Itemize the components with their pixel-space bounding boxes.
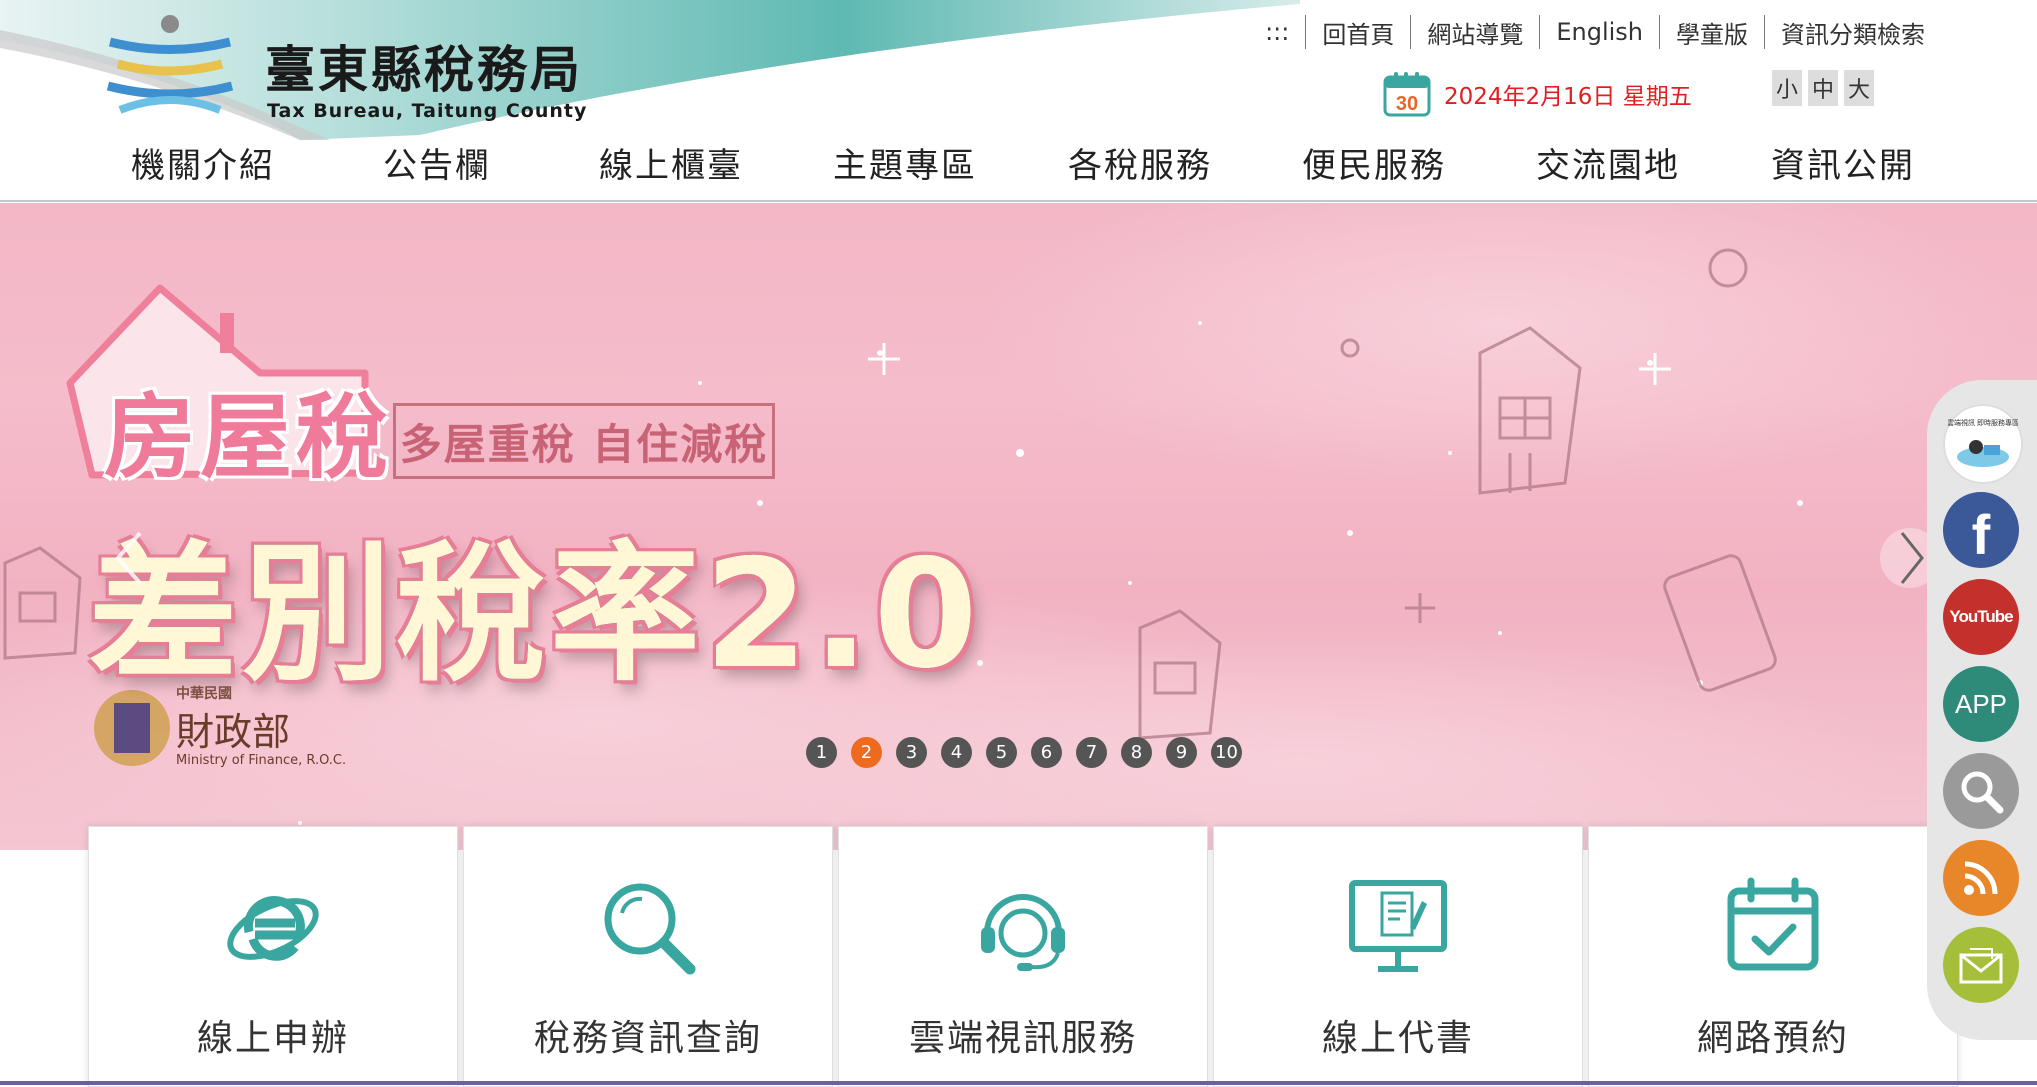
document-monitor-icon: [1349, 880, 1447, 972]
divider: [1410, 15, 1412, 49]
banner-house-tax-label: 房屋稅: [104, 384, 393, 491]
app-glyph: APP: [1954, 688, 2008, 719]
mail-glyph: [1959, 948, 2003, 984]
search-glyph: [1961, 771, 2004, 814]
sitemap-link[interactable]: 網站導覽: [1427, 15, 1523, 50]
calendar-day: 30: [1396, 93, 1418, 115]
hero-banner[interactable]: 房屋稅 多屋重稅 自住減稅 差別稅率2.0 中華民國 財政部 Ministry …: [0, 203, 2037, 850]
service-label: 網路預約: [1696, 1018, 1849, 1059]
social-sidebar: 雲端視訊 即時服務專區 f YouTube APP: [1927, 380, 2037, 1040]
banner-dot-5[interactable]: 5: [986, 737, 1017, 768]
facebook-glyph: f: [1971, 503, 1991, 566]
banner-dot-8[interactable]: 8: [1121, 737, 1152, 768]
logo-mark-icon: [106, 15, 234, 114]
service-card-online-application[interactable]: 線上申辦: [88, 826, 458, 1087]
divider: [1764, 15, 1765, 49]
youtube-icon[interactable]: YouTube: [1943, 579, 2019, 655]
bottom-border: [0, 1081, 2037, 1085]
ministry-of-finance-logo: 中華民國 財政部 Ministry of Finance, R.O.C.: [92, 675, 346, 785]
banner-dot-6[interactable]: 6: [1031, 737, 1062, 768]
svg-text:雲端視訊 即時服務專區: 雲端視訊 即時服務專區: [1948, 418, 2018, 427]
search-icon[interactable]: [1943, 753, 2019, 829]
nav-item-announcements[interactable]: 公告欄: [337, 138, 537, 187]
service-label: 稅務資訊查詢: [533, 1018, 762, 1059]
info-search-link[interactable]: 資訊分類檢索: [1781, 15, 1925, 50]
current-date: 2024年2月16日 星期五: [1444, 84, 1692, 110]
english-link[interactable]: English: [1556, 18, 1643, 46]
font-size-small-button[interactable]: 小: [1772, 70, 1802, 106]
logo-subtitle: Tax Bureau, Taitung County: [267, 100, 588, 122]
banner-dot-1[interactable]: 1: [806, 737, 837, 768]
facebook-icon[interactable]: f: [1943, 492, 2019, 568]
banner-prev-arrow-icon[interactable]: [100, 513, 160, 603]
headset-icon: [981, 894, 1065, 971]
banner-dot-10[interactable]: 10: [1211, 737, 1242, 768]
mail-icon[interactable]: [1943, 927, 2019, 1003]
main-navigation: 機關介紹 公告欄 線上櫃臺 主題專區 各稅服務 便民服務 交流園地 資訊公開: [0, 130, 2037, 202]
mof-roc-text: 中華民國: [176, 686, 232, 702]
divider: [1539, 15, 1541, 49]
mof-name-text: 財政部: [176, 710, 291, 754]
service-label: 線上代書: [1321, 1018, 1474, 1059]
nav-item-community[interactable]: 交流園地: [1508, 138, 1708, 187]
magnifier-icon: [604, 883, 696, 975]
service-card-online-scrivener[interactable]: 線上代書: [1213, 826, 1583, 1087]
divider: [1305, 15, 1307, 49]
nav-item-about[interactable]: 機關介紹: [103, 138, 303, 187]
logo-title: 臺東縣稅務局: [265, 40, 583, 99]
site-header: 臺東縣稅務局 Tax Bureau, Taitung County ::: 回首…: [0, 0, 2037, 202]
nav-item-info-disclosure[interactable]: 資訊公開: [1743, 138, 1943, 187]
service-label: 線上申辦: [196, 1018, 349, 1059]
nav-item-tax-services[interactable]: 各稅服務: [1040, 138, 1240, 187]
banner-dot-4[interactable]: 4: [941, 737, 972, 768]
nav-item-public-services[interactable]: 便民服務: [1274, 138, 1474, 187]
banner-dot-7[interactable]: 7: [1076, 737, 1107, 768]
quick-services: 線上申辦 稅務資訊查詢 雲端視訊服務 線上代書 網路預約: [88, 826, 1960, 1087]
nav-item-topics[interactable]: 主題專區: [805, 138, 1005, 187]
mof-english-text: Ministry of Finance, R.O.C.: [176, 753, 347, 768]
service-card-online-appointment[interactable]: 網路預約: [1588, 826, 1958, 1087]
nav-item-online-counter[interactable]: 線上櫃臺: [571, 138, 771, 187]
banner-pagination: 1 2 3 4 5 6 7 8 9 10: [806, 737, 1242, 768]
font-size-medium-button[interactable]: 中: [1808, 70, 1838, 106]
youtube-glyph: YouTube: [1949, 607, 2013, 626]
accesskey-link[interactable]: :::: [1265, 18, 1289, 46]
internet-explorer-icon: [227, 896, 319, 961]
rss-glyph: [1964, 861, 1998, 895]
cloud-service-icon[interactable]: 雲端視訊 即時服務專區: [1943, 404, 2023, 484]
font-size-large-button[interactable]: 大: [1844, 70, 1874, 106]
banner-dot-9[interactable]: 9: [1166, 737, 1197, 768]
font-size-switcher: 小 中 大: [1772, 70, 1874, 106]
utility-links: ::: 回首頁 網站導覽 English 學童版 資訊分類檢索: [1265, 12, 1925, 52]
calendar-icon: 30: [1383, 72, 1431, 117]
date-display: 30 2024年2月16日 星期五: [1382, 70, 1692, 118]
divider: [1659, 15, 1660, 49]
home-link[interactable]: 回首頁: [1322, 15, 1394, 50]
calendar-check-icon: [1727, 877, 1819, 971]
site-logo[interactable]: 臺東縣稅務局 Tax Bureau, Taitung County: [100, 12, 586, 122]
service-label: 雲端視訊服務: [908, 1018, 1137, 1059]
banner-dot-2[interactable]: 2: [851, 737, 882, 768]
service-card-tax-info-query[interactable]: 稅務資訊查詢: [463, 826, 833, 1087]
rss-icon[interactable]: [1943, 840, 2019, 916]
app-icon[interactable]: APP: [1943, 666, 2019, 742]
banner-dot-3[interactable]: 3: [896, 737, 927, 768]
kids-version-link[interactable]: 學童版: [1676, 15, 1748, 50]
banner-slogan: 多屋重稅 自住減稅: [393, 403, 775, 479]
service-card-cloud-video[interactable]: 雲端視訊服務: [838, 826, 1208, 1087]
cloud-service-graphic: 雲端視訊 即時服務專區: [1948, 418, 2018, 467]
